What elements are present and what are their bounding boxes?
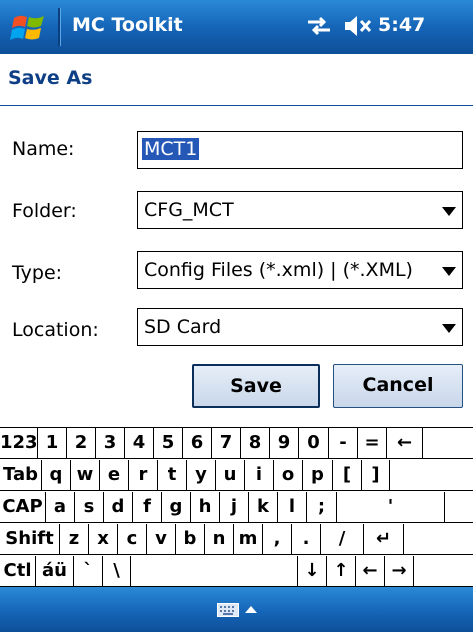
folder-label: Folder: [12,200,77,222]
key[interactable]: 1 [38,428,67,458]
dialog-header: Save As [0,54,473,106]
key[interactable]: ↑ [327,556,356,586]
key[interactable]: \ [103,556,131,586]
type-value: Config Files (*.xml) | (*.XML) [144,259,413,281]
clock[interactable]: 5:47 [378,14,425,36]
key[interactable]: m [234,524,263,554]
location-label: Location: [12,319,99,341]
key[interactable]: r [129,460,158,490]
key[interactable]: u [216,460,245,490]
key[interactable]: [ [333,460,362,490]
folder-select[interactable]: CFG_MCT [137,191,463,229]
name-input[interactable]: MCT1 [137,131,463,169]
title-bar: MC Toolkit 5:47 [0,0,473,54]
name-value: MCT1 [142,138,200,160]
key[interactable]: → [385,556,414,586]
key[interactable]: 9 [270,428,299,458]
keyboard-cap-row: CAP a s d f g h j k l; ' [0,492,473,523]
windows-flag-icon[interactable] [10,12,48,44]
key[interactable]: t [158,460,187,490]
key[interactable]: b [176,524,205,554]
key[interactable]: l [278,492,307,522]
key[interactable]: ← [356,556,385,586]
key[interactable]: h [191,492,220,522]
key[interactable]: 123 [0,428,38,458]
key[interactable]: / [321,524,364,554]
key[interactable]: 3 [96,428,125,458]
up-arrow-icon[interactable] [244,603,258,617]
key[interactable]: e [100,460,129,490]
key[interactable] [131,556,298,586]
key[interactable]: . [292,524,321,554]
key[interactable]: p [303,460,333,490]
key[interactable]: 8 [241,428,270,458]
type-select[interactable]: Config Files (*.xml) | (*.XML) [137,251,463,289]
keyboard-num-row: 123 1 2 3 4 5 6 7 8 9 0- = ← [0,428,473,459]
key[interactable]: 4 [125,428,154,458]
key[interactable]: , [263,524,292,554]
key[interactable]: c [118,524,147,554]
key[interactable]: 2 [67,428,96,458]
type-label: Type: [12,262,63,284]
key[interactable]: j [220,492,249,522]
chevron-down-icon[interactable] [436,192,462,228]
save-button[interactable]: Save [192,364,320,408]
key[interactable]: o [274,460,303,490]
bottom-bar [0,587,473,632]
key[interactable]: s [75,492,104,522]
app-title: MC Toolkit [72,14,183,36]
key[interactable]: ] [362,460,390,490]
location-select[interactable]: SD Card [137,308,463,346]
chevron-down-icon[interactable] [436,309,462,345]
key[interactable]: ' [337,492,445,522]
key[interactable]: i [245,460,274,490]
keyboard-ctl-row: Ctl áü ` \ ↓ ↑ ← → [0,556,473,587]
key[interactable]: z [60,524,89,554]
name-label: Name: [12,138,75,160]
key[interactable]: g [162,492,191,522]
chevron-down-icon[interactable] [436,252,462,288]
keyboard-shift-row: Shift z x c v b n m,. / ↵ [0,524,473,555]
key[interactable]: CAP [0,492,46,522]
location-value: SD Card [144,316,222,338]
key[interactable]: ; [307,492,337,522]
key[interactable]: - [329,428,358,458]
keyboard-icon[interactable] [217,603,239,617]
keyboard-tab-row: Tab q w e r t y u i o p[] [0,460,473,491]
key[interactable]: x [89,524,118,554]
key[interactable]: a [46,492,75,522]
key[interactable]: 7 [212,428,241,458]
sync-arrows-icon[interactable] [304,12,334,40]
key[interactable]: v [147,524,176,554]
key[interactable]: ↵ [364,524,404,554]
soft-keyboard: 123 1 2 3 4 5 6 7 8 9 0- = ← Tab q w e r t y u i o p[] CAP a s d f g h… [0,427,473,588]
key[interactable]: Ctl [0,556,36,586]
key[interactable]: Shift [0,524,60,554]
key[interactable]: Tab [0,460,42,490]
key[interactable]: ` [74,556,103,586]
title-separator [58,8,61,46]
key[interactable]: k [249,492,278,522]
key[interactable]: 6 [183,428,212,458]
speaker-muted-icon[interactable] [342,12,374,40]
key[interactable]: y [187,460,216,490]
cancel-button[interactable]: Cancel [333,364,463,408]
folder-value: CFG_MCT [144,199,234,221]
key[interactable]: f [133,492,162,522]
key[interactable]: w [71,460,100,490]
key[interactable]: 5 [154,428,183,458]
key[interactable]: q [42,460,71,490]
key[interactable]: = [358,428,387,458]
page-title: Save As [8,67,93,89]
key[interactable]: áü [36,556,74,586]
key[interactable]: ← [387,428,423,458]
key[interactable]: ↓ [298,556,327,586]
key[interactable]: n [205,524,234,554]
key[interactable]: 0 [299,428,329,458]
key[interactable]: d [104,492,133,522]
